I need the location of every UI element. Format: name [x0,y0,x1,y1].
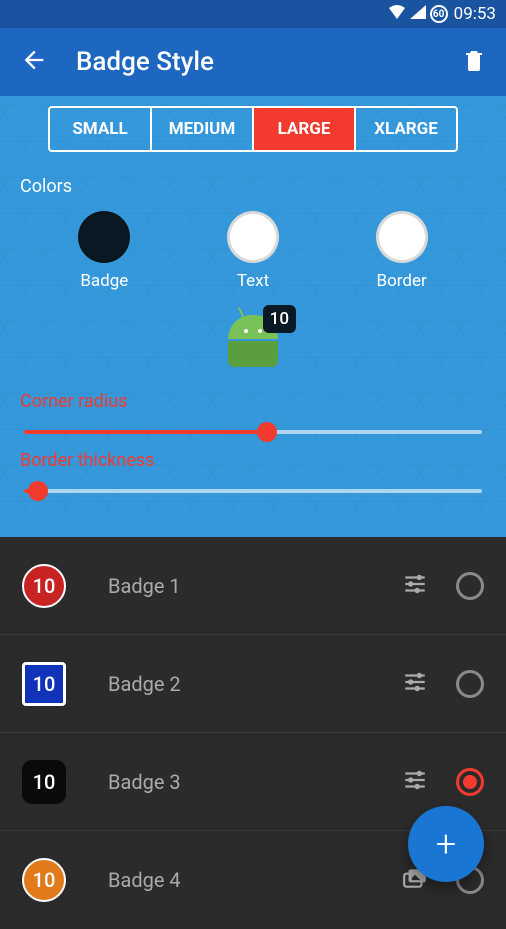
color-swatch-badge [78,211,130,263]
color-label-text: Text [237,271,269,291]
corner-radius-thumb[interactable] [257,422,277,442]
badge-preview-icon: 10 [22,662,66,706]
size-tab-large[interactable]: LARGE [254,108,356,150]
badge-preview-icon: 10 [22,564,66,608]
android-icon: 10 [224,309,282,367]
size-tabs: SMALL MEDIUM LARGE XLARGE [48,106,458,152]
radio-select[interactable] [456,572,484,600]
list-item[interactable]: 10 Badge 1 [0,537,506,635]
status-time: 09:53 [454,4,496,24]
color-swatch-border [376,211,428,263]
back-arrow-icon[interactable] [20,46,48,78]
color-swatch-text [227,211,279,263]
page-title: Badge Style [76,47,462,77]
cellular-icon [410,4,426,24]
border-thickness-slider[interactable] [24,489,482,493]
app-bar: Badge Style [0,28,506,96]
list-item[interactable]: 10 Badge 2 [0,635,506,733]
settings-sliders-icon[interactable] [402,671,428,697]
color-picker-row: Badge Text Border [30,211,476,291]
status-icons: 60 [388,4,448,24]
color-label-border: Border [377,271,427,291]
preview-badge: 10 [263,305,296,333]
corner-radius-group: Corner radius [20,391,486,434]
settings-sliders-icon[interactable] [402,573,428,599]
size-tab-xlarge[interactable]: XLARGE [356,108,456,150]
settings-sliders-icon[interactable] [402,769,428,795]
badge-name: Badge 3 [108,770,402,794]
corner-radius-label: Corner radius [20,391,486,412]
colors-heading: Colors [20,176,506,197]
badge-name: Badge 4 [108,868,402,892]
battery-icon: 60 [430,5,448,23]
border-thickness-thumb[interactable] [28,481,48,501]
color-text[interactable]: Text [227,211,279,291]
border-thickness-group: Border thickness [20,450,486,493]
trash-icon[interactable] [462,47,486,77]
badge-name: Badge 2 [108,672,402,696]
radio-select[interactable] [456,768,484,796]
size-tab-small[interactable]: SMALL [50,108,152,150]
wifi-icon [388,4,406,24]
size-tab-medium[interactable]: MEDIUM [152,108,254,150]
badge-preview: 10 [0,309,506,367]
radio-select[interactable] [456,670,484,698]
color-border[interactable]: Border [376,211,428,291]
color-badge[interactable]: Badge [78,211,130,291]
badge-preview-icon: 10 [22,858,66,902]
color-label-badge: Badge [80,271,128,291]
status-bar: 60 09:53 [0,0,506,28]
config-panel: SMALL MEDIUM LARGE XLARGE Colors Badge T… [0,96,506,537]
badge-preview-icon: 10 [22,760,66,804]
plus-icon: + [436,823,456,865]
border-thickness-label: Border thickness [20,450,486,471]
badge-name: Badge 1 [108,574,402,598]
corner-radius-slider[interactable] [24,430,482,434]
add-fab[interactable]: + [408,806,484,882]
